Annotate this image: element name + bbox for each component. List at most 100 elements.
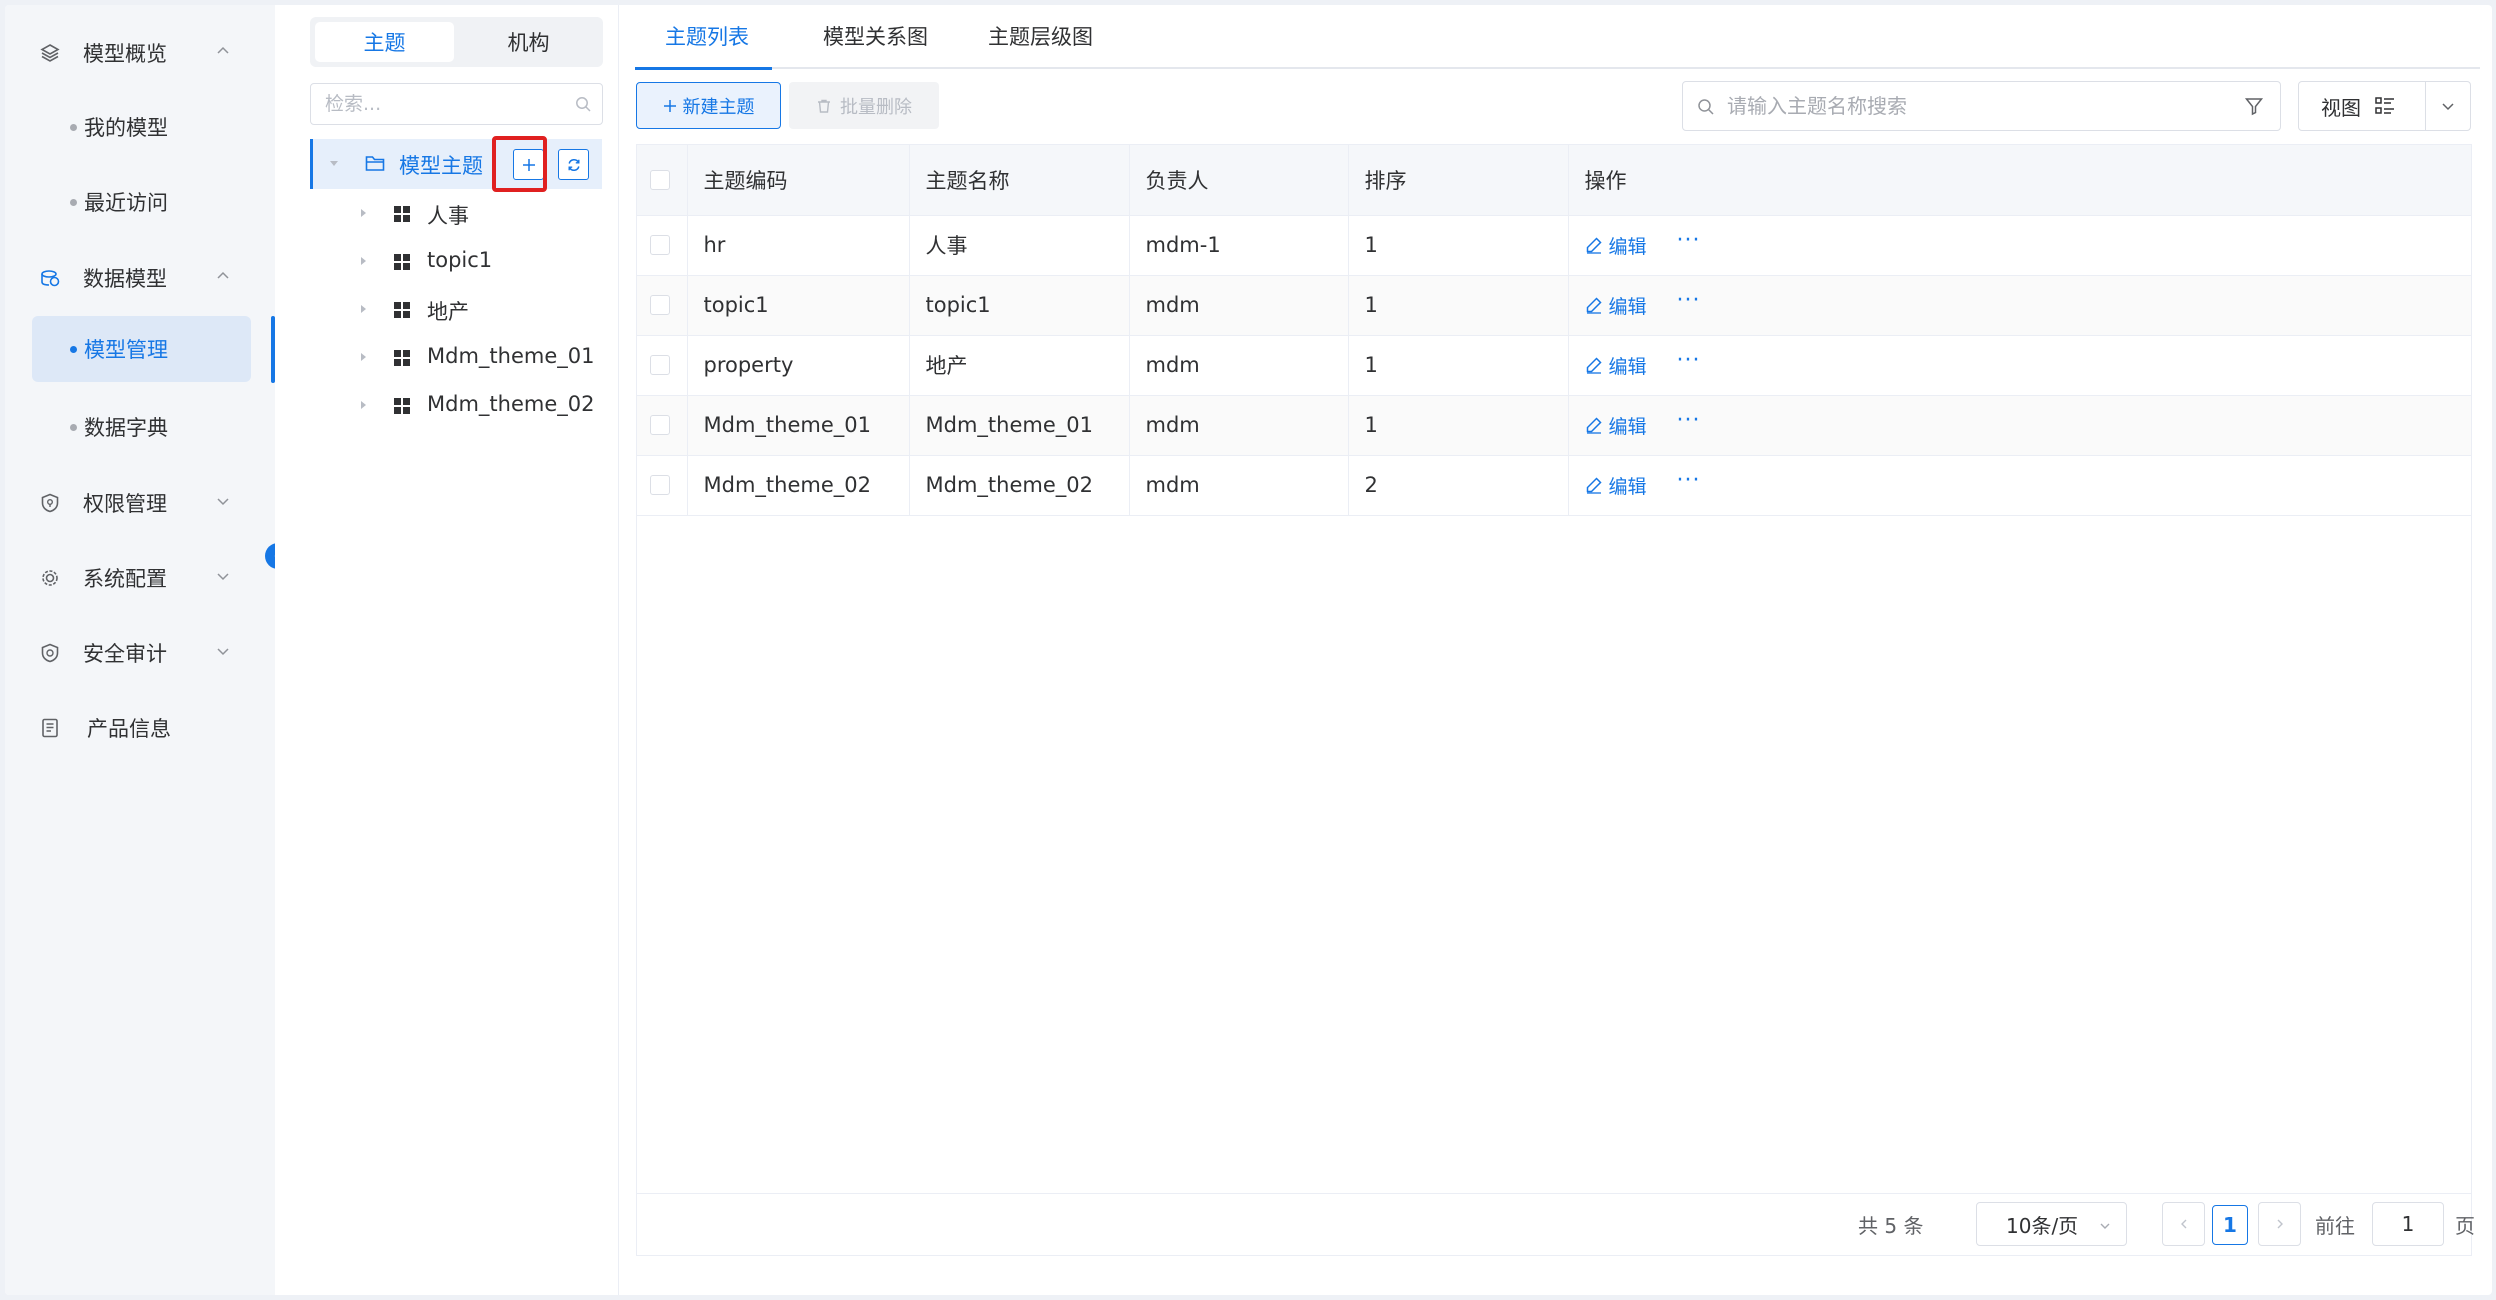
caret-right-icon[interactable]	[356, 350, 370, 364]
sidebar-item-model-management[interactable]: 模型管理	[32, 316, 251, 382]
refresh-tree-button[interactable]	[558, 149, 589, 180]
grid-icon	[394, 302, 410, 318]
page-number-current[interactable]: 1	[2212, 1205, 2248, 1245]
caret-right-icon[interactable]	[356, 302, 370, 316]
caret-right-icon[interactable]	[356, 398, 370, 412]
chevron-left-icon	[2180, 1219, 2186, 1229]
shield-icon	[41, 493, 59, 513]
tree-search-input[interactable]	[311, 84, 561, 124]
menu-group-label: 权限管理	[83, 491, 167, 516]
chevron-up-icon	[217, 271, 229, 279]
more-actions-button[interactable]: ···	[1677, 410, 1701, 434]
folder-icon	[365, 156, 385, 171]
cell-code: Mdm_theme_02	[687, 455, 910, 516]
column-header-actions: 操作	[1568, 145, 2471, 216]
tree-node[interactable]: Mdm_theme_02	[310, 381, 602, 429]
pagination-total: 共 5 条	[1858, 1214, 1924, 1238]
sidebar-item-label: 模型管理	[84, 338, 168, 362]
caret-down-icon[interactable]	[327, 156, 341, 170]
edit-button[interactable]: 编辑	[1585, 232, 1647, 259]
menu-group-system-config[interactable]: 系统配置	[5, 540, 275, 615]
table-row: Mdm_theme_01 Mdm_theme_01 mdm 1 编辑 ···	[637, 395, 2471, 456]
cell-name: topic1	[909, 275, 1130, 336]
tree-root-label: 模型主题	[399, 154, 483, 178]
cell-code: hr	[687, 215, 910, 276]
cell-order: 1	[1348, 395, 1569, 456]
tree-node[interactable]: 人事	[310, 189, 602, 237]
caret-right-icon[interactable]	[356, 254, 370, 268]
app-window: 模型概览 我的模型 最近访问 数据模型 模型管理 数据字典 权限管理 系统配置 …	[5, 5, 2492, 1295]
page-size-select[interactable]: 10条/页	[1976, 1202, 2127, 1246]
tree-node[interactable]: 地产	[310, 285, 602, 333]
caret-right-icon[interactable]	[356, 206, 370, 220]
sidebar-item-data-dictionary[interactable]: 数据字典	[32, 394, 251, 460]
tab-topic-list[interactable]: 主题列表	[665, 21, 749, 51]
more-actions-button[interactable]: ···	[1677, 470, 1701, 494]
segment-topic[interactable]: 主题	[315, 22, 454, 62]
cell-name: 人事	[909, 215, 1130, 276]
grid-icon	[394, 398, 410, 414]
view-dropdown-button[interactable]	[2425, 81, 2471, 131]
view-toggle-button[interactable]: 视图	[2298, 81, 2426, 131]
column-header-code: 主题编码	[687, 145, 910, 216]
audit-shield-icon	[41, 643, 59, 663]
more-actions-button[interactable]: ···	[1677, 350, 1701, 374]
tree-node[interactable]: Mdm_theme_01	[310, 333, 602, 381]
edit-icon	[1586, 297, 1602, 314]
grid-icon	[394, 254, 410, 270]
menu-group-label: 数据模型	[83, 266, 167, 291]
topic-search	[1682, 81, 2281, 131]
tree-root-node[interactable]: 模型主题	[310, 139, 602, 189]
tab-model-relations[interactable]: 模型关系图	[823, 21, 928, 51]
layers-icon	[40, 44, 60, 62]
sidebar-item-my-models[interactable]: 我的模型	[32, 94, 251, 160]
row-checkbox[interactable]	[650, 415, 670, 435]
menu-group-product-info[interactable]: 产品信息	[5, 690, 275, 765]
row-checkbox[interactable]	[650, 355, 670, 375]
menu-group-model-overview[interactable]: 模型概览	[5, 15, 275, 90]
table-row: hr 人事 mdm-1 1 编辑 ···	[637, 215, 2471, 276]
chevron-down-icon	[217, 648, 229, 656]
plus-icon	[663, 99, 676, 112]
bullet-dot	[70, 423, 77, 431]
add-topic-button[interactable]	[513, 149, 544, 180]
table-header-row: 主题编码 主题名称 负责人 排序 操作	[637, 145, 2471, 216]
row-checkbox[interactable]	[650, 235, 670, 255]
next-page-button[interactable]	[2258, 1202, 2301, 1246]
tree-panel: 主题 机构 模型主题 人事 topic1	[275, 5, 619, 1295]
cell-name: 地产	[909, 335, 1130, 396]
select-all-checkbox[interactable]	[650, 169, 670, 190]
cell-code: property	[687, 335, 910, 396]
menu-group-permissions[interactable]: 权限管理	[5, 465, 275, 540]
batch-delete-button[interactable]: 批量删除	[789, 82, 939, 129]
search-icon	[1698, 99, 1714, 115]
prev-page-button[interactable]	[2162, 1202, 2205, 1246]
edit-button[interactable]: 编辑	[1585, 412, 1647, 439]
table-row: property 地产 mdm 1 编辑 ···	[637, 335, 2471, 396]
chevron-down-icon	[2442, 103, 2454, 111]
tree-node[interactable]: topic1	[310, 237, 602, 285]
edit-button[interactable]: 编辑	[1585, 352, 1647, 379]
segment-organization[interactable]: 机构	[459, 22, 598, 62]
chevron-right-icon	[2277, 1219, 2283, 1229]
tab-topic-hierarchy[interactable]: 主题层级图	[988, 21, 1093, 51]
more-actions-button[interactable]: ···	[1677, 230, 1701, 254]
menu-group-security-audit[interactable]: 安全审计	[5, 615, 275, 690]
edit-icon	[1586, 237, 1602, 254]
goto-page-input[interactable]	[2372, 1202, 2444, 1246]
row-checkbox[interactable]	[650, 295, 670, 315]
topic-search-input[interactable]	[1727, 86, 2227, 126]
more-actions-button[interactable]: ···	[1677, 290, 1701, 314]
edit-icon	[1586, 477, 1602, 494]
menu-group-label: 安全审计	[83, 641, 167, 666]
tree-search	[310, 83, 603, 125]
new-topic-button[interactable]: 新建主题	[636, 82, 781, 129]
sidebar-item-recent[interactable]: 最近访问	[32, 169, 251, 235]
edit-button[interactable]: 编辑	[1585, 472, 1647, 499]
row-checkbox[interactable]	[650, 475, 670, 495]
edit-icon	[1586, 417, 1602, 434]
edit-button[interactable]: 编辑	[1585, 292, 1647, 319]
menu-group-data-model[interactable]: 数据模型	[5, 240, 275, 315]
filter-icon[interactable]	[2244, 96, 2264, 116]
segment-switch: 主题 机构	[310, 17, 603, 67]
